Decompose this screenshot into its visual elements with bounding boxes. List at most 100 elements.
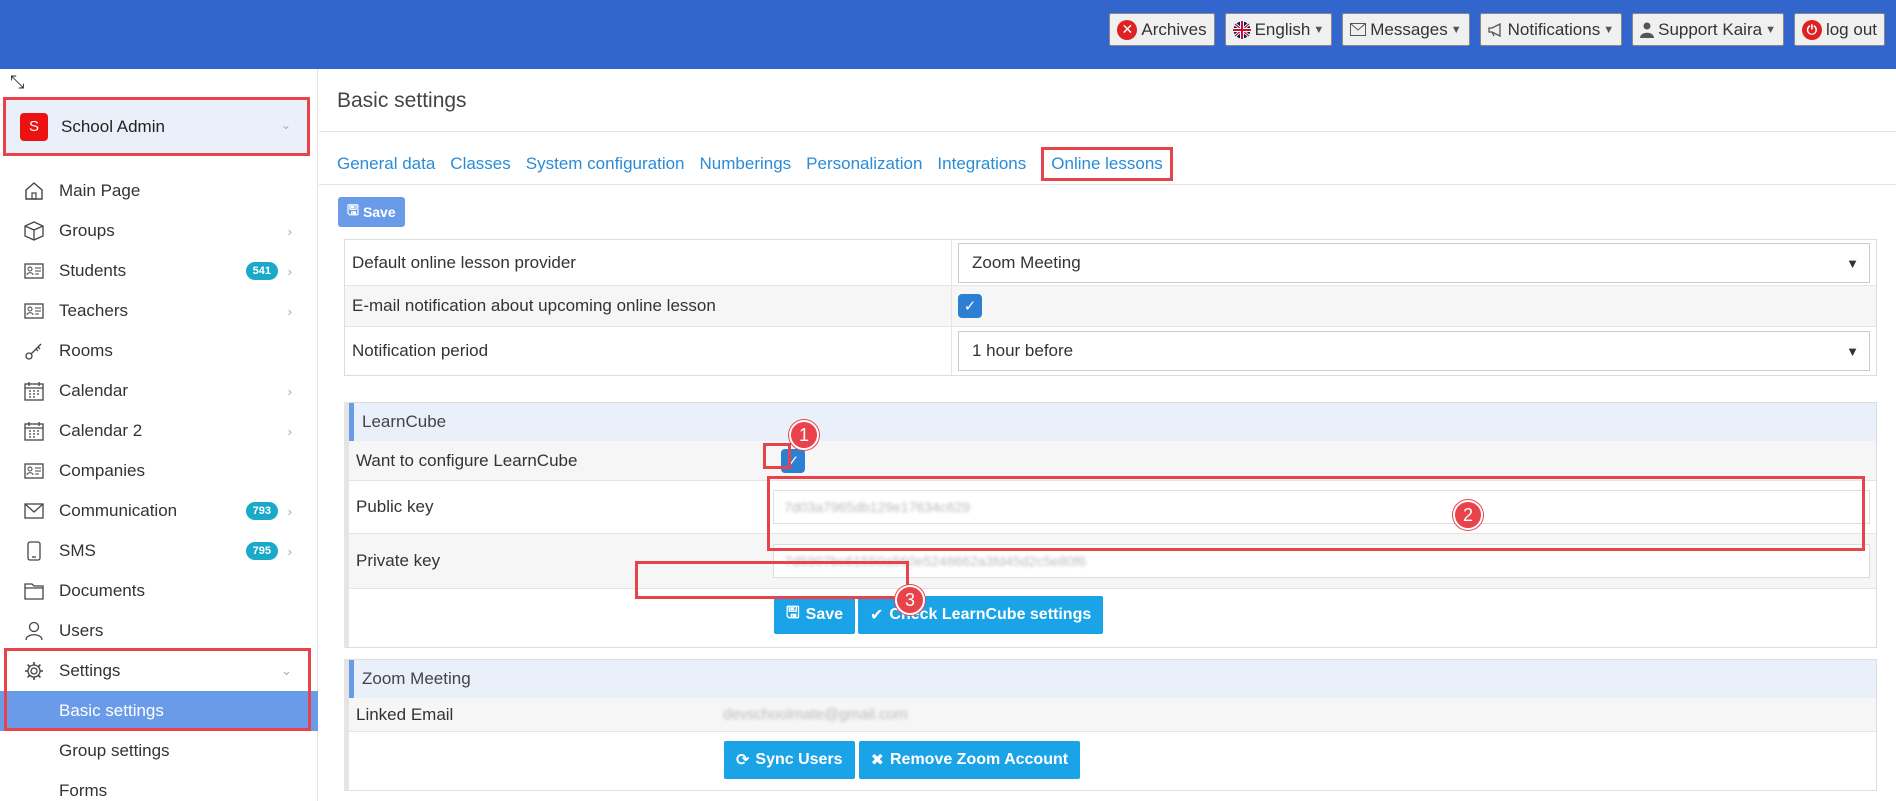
sidebar-subitem-group-settings[interactable]: Group settings bbox=[0, 731, 318, 771]
id-card-icon bbox=[23, 460, 45, 482]
sidebar-item-calendar[interactable]: Calendar › bbox=[0, 371, 318, 411]
private-key-label: Private key bbox=[356, 551, 441, 570]
notifications-dropdown[interactable]: Notifications ▼ bbox=[1479, 13, 1623, 46]
user-icon bbox=[23, 620, 45, 642]
envelope-icon bbox=[23, 500, 45, 522]
table-row: Private key 7d5907bc61550a560e5248662a3f… bbox=[349, 534, 1876, 589]
annotation-badge: 1 bbox=[789, 420, 819, 450]
calendar-icon bbox=[23, 420, 45, 442]
main-content: Basic settings General data Classes Syst… bbox=[319, 69, 1896, 801]
chevron-down-icon: ⌄ bbox=[280, 118, 291, 132]
zoom-meeting-panel: Zoom Meeting Linked Email devschoolmate@… bbox=[344, 659, 1877, 791]
sidebar-item-teachers[interactable]: Teachers › bbox=[0, 291, 318, 331]
provider-select[interactable]: Zoom Meeting ▼ bbox=[958, 242, 1870, 283]
chevron-down-icon: ▼ bbox=[1603, 23, 1615, 36]
remove-zoom-account-button[interactable]: ✖ Remove Zoom Account bbox=[858, 741, 1081, 779]
sidebar-item-groups[interactable]: Groups › bbox=[0, 211, 318, 251]
tab-online-lessons[interactable]: Online lessons bbox=[1041, 147, 1173, 181]
messages-dropdown[interactable]: Messages ▼ bbox=[1342, 13, 1470, 46]
sidebar-item-sms[interactable]: SMS 795 › bbox=[0, 531, 318, 571]
count-badge: 793 bbox=[245, 502, 278, 520]
calendar-icon bbox=[23, 380, 45, 402]
sidebar-item-students[interactable]: Students 541 › bbox=[0, 251, 318, 291]
megaphone-icon bbox=[1487, 22, 1504, 37]
notification-period-label: Notification period bbox=[345, 327, 952, 375]
tab-numberings[interactable]: Numberings bbox=[700, 154, 792, 181]
count-badge: 541 bbox=[245, 262, 278, 280]
configure-learncube-checkbox[interactable]: ✓ bbox=[781, 448, 805, 473]
chevron-right-icon: › bbox=[287, 543, 292, 559]
learncube-actions: 🖫 Save ✔ Check LearnCube settings bbox=[349, 589, 1876, 641]
chevron-down-icon: ▼ bbox=[1846, 344, 1859, 359]
home-icon bbox=[23, 180, 45, 202]
sync-users-button[interactable]: ⟳ Sync Users bbox=[724, 741, 855, 779]
zoom-panel-title: Zoom Meeting bbox=[349, 660, 1876, 698]
sidebar-subitem-forms[interactable]: Forms bbox=[0, 771, 318, 801]
id-card-icon bbox=[23, 260, 45, 282]
tab-general-data[interactable]: General data bbox=[337, 154, 435, 181]
account-label: School Admin bbox=[61, 116, 165, 136]
sidebar-item-communication[interactable]: Communication 793 › bbox=[0, 491, 318, 531]
user-icon bbox=[1640, 22, 1655, 38]
provider-label: Default online lesson provider bbox=[345, 240, 952, 285]
private-key-input[interactable]: 7d5907bc61550a560e5248662a3fd45d2c5e80f6 bbox=[773, 544, 1870, 578]
configure-learncube-label: Want to configure LearnCube bbox=[356, 450, 578, 470]
sidebar-item-rooms[interactable]: Rooms bbox=[0, 331, 318, 371]
sidebar: ⤡ S School Admin ⌄ Main Page Groups › St… bbox=[0, 69, 318, 801]
top-navigation-bar: ✕ Archives English ▼ Messages ▼ Notifica… bbox=[0, 0, 1896, 69]
user-dropdown[interactable]: Support Kaira ▼ bbox=[1632, 13, 1784, 46]
save-icon: 🖫 bbox=[347, 202, 359, 218]
tab-integrations[interactable]: Integrations bbox=[937, 154, 1026, 181]
chevron-right-icon: › bbox=[287, 503, 292, 519]
save-icon: 🖫 bbox=[786, 604, 800, 622]
box-icon bbox=[23, 220, 45, 242]
divider bbox=[319, 131, 1896, 132]
id-card-icon bbox=[23, 300, 45, 322]
mobile-icon bbox=[23, 540, 45, 562]
count-badge: 795 bbox=[245, 542, 278, 560]
sidebar-item-documents[interactable]: Documents bbox=[0, 571, 318, 611]
check-icon: ✔ bbox=[870, 607, 884, 624]
sidebar-item-companies[interactable]: Companies bbox=[0, 451, 318, 491]
chevron-right-icon: › bbox=[287, 223, 292, 239]
table-row: Want to configure LearnCube ✓ bbox=[349, 441, 1876, 481]
email-notification-label: E-mail notification about upcoming onlin… bbox=[345, 286, 952, 326]
table-row: Default online lesson provider Zoom Meet… bbox=[345, 240, 1876, 286]
annotation-badge: 3 bbox=[895, 585, 925, 615]
notification-period-select[interactable]: 1 hour before ▼ bbox=[958, 331, 1870, 371]
table-row: E-mail notification about upcoming onlin… bbox=[345, 286, 1876, 327]
archives-button[interactable]: ✕ Archives bbox=[1109, 13, 1215, 46]
divider bbox=[319, 184, 1896, 185]
logout-button[interactable]: ⏻ log out bbox=[1793, 13, 1885, 46]
tab-system-configuration[interactable]: System configuration bbox=[526, 154, 685, 181]
zoom-actions: ⟳ Sync Users ✖ Remove Zoom Account bbox=[349, 732, 1876, 788]
table-row: Linked Email devschoolmate@gmail.com bbox=[349, 698, 1876, 732]
chevron-down-icon: ▼ bbox=[1450, 23, 1462, 36]
sidebar-item-main-page[interactable]: Main Page bbox=[0, 171, 318, 211]
save-button[interactable]: 🖫 Save bbox=[338, 197, 405, 227]
email-notification-checkbox[interactable]: ✓ bbox=[958, 294, 982, 318]
public-key-input[interactable]: 7d03a7965db129e17634c629 bbox=[773, 490, 1870, 524]
refresh-icon: ⟳ bbox=[736, 752, 750, 769]
chevron-down-icon: ▼ bbox=[1765, 23, 1776, 36]
linked-email-label: Linked Email bbox=[356, 704, 454, 724]
uk-flag-icon bbox=[1232, 20, 1251, 39]
online-lessons-settings-table: Default online lesson provider Zoom Meet… bbox=[344, 239, 1877, 376]
public-key-label: Public key bbox=[356, 497, 434, 516]
learncube-save-button[interactable]: 🖫 Save bbox=[774, 596, 856, 634]
close-icon: ✖ bbox=[870, 752, 884, 769]
learncube-panel: LearnCube Want to configure LearnCube ✓ … bbox=[344, 402, 1877, 648]
account-switcher[interactable]: S School Admin ⌄ bbox=[3, 97, 310, 156]
chevron-right-icon: › bbox=[287, 303, 292, 319]
chevron-right-icon: › bbox=[287, 263, 292, 279]
tab-classes[interactable]: Classes bbox=[450, 154, 510, 181]
close-circle-icon: ✕ bbox=[1117, 19, 1138, 40]
collapse-icon[interactable]: ⤡ bbox=[10, 72, 24, 93]
sidebar-item-calendar-2[interactable]: Calendar 2 › bbox=[0, 411, 318, 451]
envelope-icon bbox=[1350, 23, 1367, 36]
tab-personalization[interactable]: Personalization bbox=[806, 154, 922, 181]
sidebar-item-users[interactable]: Users bbox=[0, 611, 318, 651]
table-row: Notification period 1 hour before ▼ bbox=[345, 327, 1876, 375]
language-dropdown[interactable]: English ▼ bbox=[1224, 13, 1333, 46]
power-icon: ⏻ bbox=[1801, 19, 1822, 40]
